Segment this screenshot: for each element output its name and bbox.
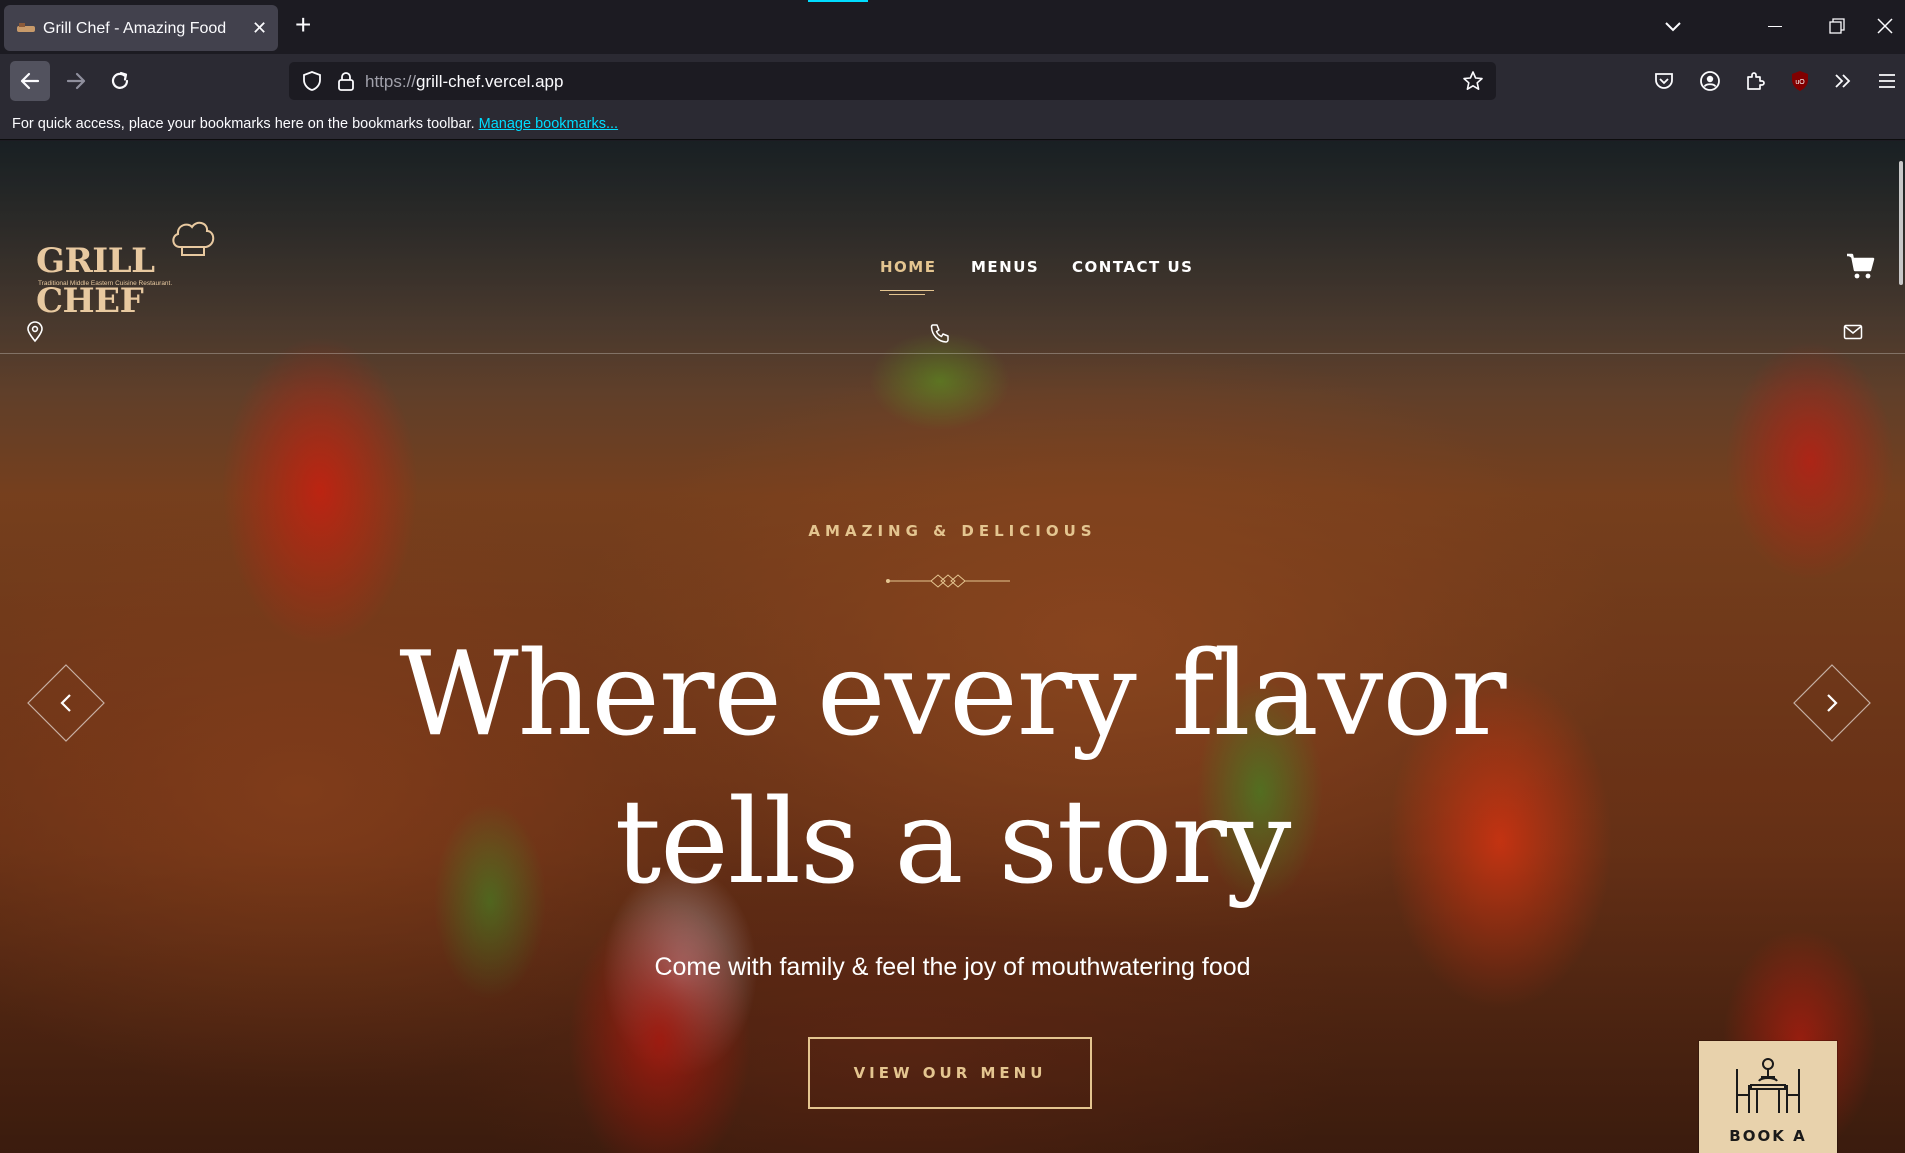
hero-kicker: AMAZING & DELICIOUS xyxy=(808,522,1097,540)
hamburger-menu-icon[interactable] xyxy=(1875,69,1899,93)
back-arrow-icon xyxy=(20,72,40,90)
restore-icon[interactable] xyxy=(1828,17,1846,35)
page-scrollbar[interactable] xyxy=(1899,161,1903,285)
account-icon[interactable] xyxy=(1698,69,1722,93)
site-favicon-icon xyxy=(17,23,35,32)
tracking-protection-shield-icon[interactable] xyxy=(301,70,323,92)
lock-icon[interactable] xyxy=(335,70,357,92)
url-host: grill-chef.vercel.app xyxy=(416,72,564,91)
mail-icon[interactable] xyxy=(1843,324,1863,340)
hero-subline: Come with family & feel the joy of mouth… xyxy=(654,953,1251,981)
cart-icon[interactable] xyxy=(1845,251,1875,281)
minimize-icon[interactable] xyxy=(1768,26,1782,27)
reload-icon xyxy=(111,71,129,89)
pocket-icon[interactable] xyxy=(1652,69,1676,93)
tab-indicator xyxy=(808,0,868,2)
book-a-table-button[interactable]: BOOK A xyxy=(1699,1041,1837,1153)
tab-title: Grill Chef - Amazing Food xyxy=(43,20,227,37)
new-tab-icon[interactable]: + xyxy=(295,10,311,40)
slider-prev-icon[interactable] xyxy=(26,663,106,743)
svg-text:uO: uO xyxy=(1795,79,1805,86)
view-menu-button[interactable]: VIEW OUR MENU xyxy=(808,1037,1092,1109)
location-pin-icon[interactable] xyxy=(26,321,44,343)
ornament-divider-icon xyxy=(886,574,1010,588)
extensions-puzzle-icon[interactable] xyxy=(1743,69,1767,93)
bookmark-star-icon[interactable] xyxy=(1462,70,1484,92)
navigation-toolbar: https://grill-chef.vercel.app uO xyxy=(0,54,1905,108)
url-text[interactable]: https://grill-chef.vercel.app xyxy=(365,72,563,92)
hero-headline-line1: Where every flavor xyxy=(399,627,1506,762)
manage-bookmarks-link[interactable]: Manage bookmarks... xyxy=(479,116,618,132)
hero-headline: Where every flavor tells a story xyxy=(0,621,1905,917)
more-tools-chevrons-icon[interactable] xyxy=(1831,69,1855,93)
forward-arrow-icon xyxy=(66,72,86,90)
slider-next-icon[interactable] xyxy=(1792,663,1872,743)
nav-active-indicator-inner xyxy=(889,294,925,295)
book-label: BOOK A xyxy=(1729,1127,1807,1145)
list-all-tabs-icon[interactable] xyxy=(1662,15,1684,37)
nav-menus[interactable]: MENUS xyxy=(971,258,1039,276)
forward-button[interactable] xyxy=(56,61,96,101)
nav-active-indicator xyxy=(880,290,934,291)
tab-strip: Grill Chef - Amazing Food ✕ + xyxy=(0,0,1905,54)
url-protocol: https:// xyxy=(365,72,417,91)
tab-grill-chef[interactable]: Grill Chef - Amazing Food ✕ xyxy=(4,5,278,51)
nav-home[interactable]: HOME xyxy=(880,258,936,276)
topbar-divider xyxy=(0,353,1905,354)
tab-close-icon[interactable]: ✕ xyxy=(252,18,267,39)
dining-table-icon xyxy=(1736,1058,1800,1113)
phone-icon[interactable] xyxy=(929,322,951,344)
reload-button[interactable] xyxy=(100,61,140,101)
url-bar[interactable]: https://grill-chef.vercel.app xyxy=(289,62,1496,100)
bookmarks-hint: For quick access, place your bookmarks h… xyxy=(12,116,618,132)
ublock-origin-icon[interactable]: uO xyxy=(1788,69,1812,93)
window-close-icon[interactable] xyxy=(1875,16,1895,36)
back-button[interactable] xyxy=(10,61,50,101)
nav-contact-us[interactable]: CONTACT US xyxy=(1072,258,1193,276)
page-viewport: GRILL CHEF Traditional Middle Eastern Cu… xyxy=(0,141,1905,1153)
hero-headline-line2: tells a story xyxy=(614,775,1292,910)
logo-tagline: Traditional Middle Eastern Cuisine Resta… xyxy=(38,280,173,287)
bookmarks-toolbar: For quick access, place your bookmarks h… xyxy=(0,108,1905,140)
bookmarks-hint-text: For quick access, place your bookmarks h… xyxy=(12,116,475,132)
site-logo[interactable]: GRILL CHEF Traditional Middle Eastern Cu… xyxy=(36,217,220,321)
